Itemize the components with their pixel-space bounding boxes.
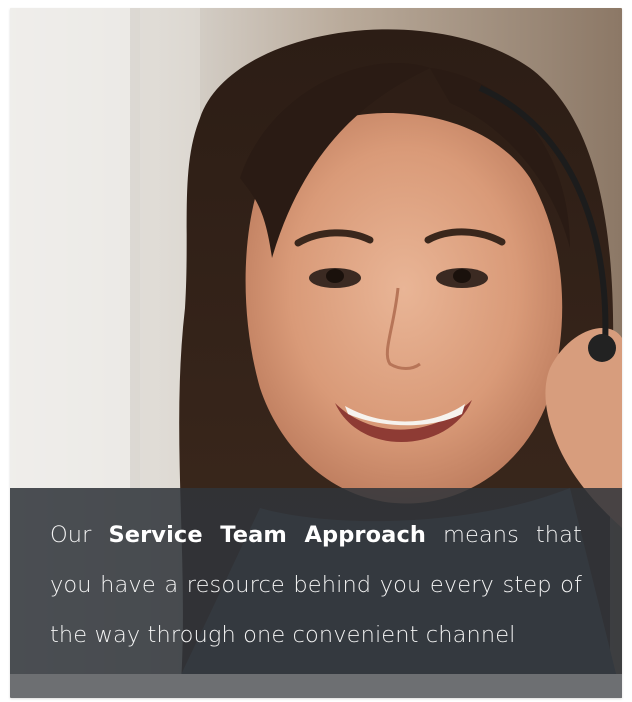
caption-highlight: Service Team Approach [108,522,427,548]
caption-text: Our Service Team Approach means that you… [50,510,582,660]
caption-overlay: Our Service Team Approach means that you… [10,488,622,674]
promo-card: Our Service Team Approach means that you… [10,8,622,698]
caption-lead: Our [50,522,109,548]
bottom-bar [10,674,622,698]
